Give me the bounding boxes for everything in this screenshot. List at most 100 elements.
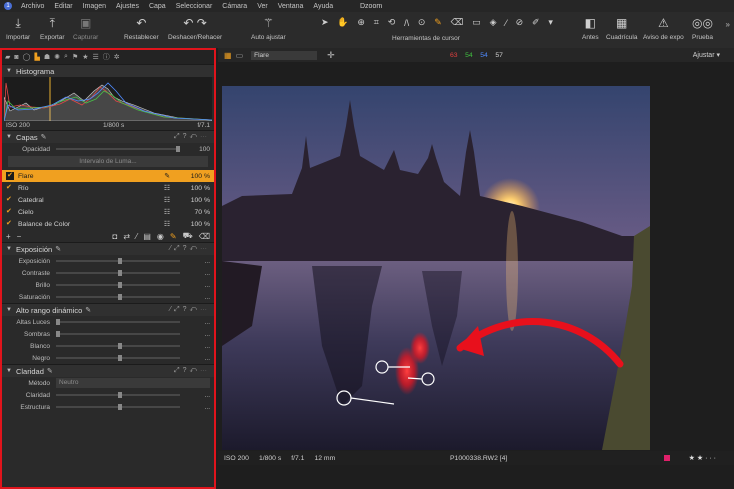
reset-button[interactable]: ↶ Restablecer: [124, 15, 159, 41]
slider-knob[interactable]: [118, 343, 122, 349]
layer-flare[interactable]: ✔ Flare ✎ 100 %: [2, 170, 214, 182]
info-tab-icon[interactable]: ⓘ: [103, 52, 110, 62]
adjust-button[interactable]: Ajustar ▾: [693, 51, 720, 59]
section-controls-icon[interactable]: ⁄⤢?↶⋯: [170, 306, 210, 314]
section-controls-icon[interactable]: ⤢?↶⋯: [174, 133, 210, 141]
eyedropper-icon[interactable]: ⁄: [136, 232, 137, 241]
menu-capa[interactable]: Capa: [144, 3, 171, 10]
lens-tab-icon[interactable]: ◯: [23, 53, 31, 61]
swap-icon[interactable]: ⇄: [123, 232, 130, 241]
slider-knob[interactable]: [118, 282, 122, 288]
fill-icon[interactable]: ◈: [490, 17, 497, 28]
hand-icon[interactable]: ✋: [337, 17, 348, 28]
exposure-tab-icon[interactable]: ▙: [34, 53, 39, 61]
radial-mask-icon[interactable]: ◉: [157, 232, 164, 241]
menu-ayuda[interactable]: Ayuda: [308, 3, 338, 10]
proof-button[interactable]: ◎◎ Prueba: [692, 15, 713, 41]
slider-knob[interactable]: [118, 392, 122, 398]
clarity-slider[interactable]: [56, 392, 180, 398]
import-button[interactable]: ⤓ Importar: [6, 15, 30, 41]
layer-balance-de-color[interactable]: ✔ Balance de Color ☷ 100 %: [2, 218, 214, 230]
settings-tab-icon[interactable]: ✲: [114, 53, 120, 61]
single-view-icon[interactable]: ▭: [236, 51, 244, 60]
capture-button[interactable]: ▣ Capturar: [73, 15, 98, 41]
slider-knob[interactable]: [56, 319, 60, 325]
structure-slider[interactable]: [56, 404, 180, 410]
keystone-icon[interactable]: /\: [404, 18, 409, 28]
picker-icon[interactable]: ⁄: [505, 18, 507, 28]
contrast-slider[interactable]: [56, 270, 180, 276]
layer-check-icon[interactable]: ✔: [6, 196, 14, 204]
menu-seleccionar[interactable]: Seleccionar: [171, 3, 218, 10]
star-tab-icon[interactable]: ★: [82, 53, 88, 61]
menu-imagen[interactable]: Imagen: [78, 3, 111, 10]
value-box[interactable]: ...: [186, 355, 210, 362]
expand-icon[interactable]: »: [726, 20, 730, 29]
more-icon[interactable]: ▾: [548, 17, 553, 28]
value-box[interactable]: ...: [186, 294, 210, 301]
layer-rio[interactable]: ✔ Río ☷ 100 %: [2, 182, 214, 194]
gradient-mask-icon[interactable]: ▤: [143, 232, 151, 241]
search-tab-icon[interactable]: ⌕: [64, 53, 68, 61]
opacity-value[interactable]: 100: [186, 146, 210, 153]
layers-header[interactable]: ▼ Capas ✎ ⤢?↶⋯: [2, 130, 214, 143]
wb-icon[interactable]: ⊘: [516, 17, 524, 28]
slider-knob[interactable]: [118, 270, 122, 276]
rotate-icon[interactable]: ⟲: [388, 17, 396, 28]
brush-icon[interactable]: ✎: [434, 17, 442, 28]
method-dropdown[interactable]: Neutro: [56, 378, 210, 388]
gradient-icon[interactable]: ▭: [472, 17, 481, 28]
value-box[interactable]: ...: [186, 319, 210, 326]
layer-catedral[interactable]: ✔ Catedral ☷ 100 %: [2, 194, 214, 206]
opacity-knob[interactable]: [176, 146, 180, 152]
crop-icon[interactable]: ⌗: [374, 17, 379, 28]
color-tab-icon[interactable]: ☗: [44, 53, 50, 61]
library-tab-icon[interactable]: ▰: [5, 53, 10, 61]
saturation-slider[interactable]: [56, 294, 180, 300]
metadata-tab-icon[interactable]: ☰: [93, 53, 99, 61]
slider-knob[interactable]: [118, 258, 122, 264]
slider-knob[interactable]: [118, 404, 122, 410]
menu-archivo[interactable]: Archivo: [16, 3, 49, 10]
hdr-header[interactable]: ▼ Alto rango dinámico ✎ ⁄⤢?↶⋯: [2, 303, 214, 316]
black-slider[interactable]: [56, 355, 180, 361]
mask-view-icon[interactable]: ◘: [112, 232, 117, 241]
color-tag[interactable]: [664, 455, 670, 461]
menu-camara[interactable]: Cámara: [217, 3, 252, 10]
slider-knob[interactable]: [56, 331, 60, 337]
add-layer-icon[interactable]: +: [6, 232, 11, 241]
adjust-tab-icon[interactable]: ⚑: [72, 53, 78, 61]
shadows-slider[interactable]: [56, 331, 180, 337]
value-box[interactable]: ...: [186, 392, 210, 399]
remove-layer-icon[interactable]: −: [17, 232, 22, 241]
highlights-slider[interactable]: [56, 319, 180, 325]
erase-mask-icon[interactable]: ⌫: [199, 232, 210, 241]
menu-ajustes[interactable]: Ajustes: [111, 3, 144, 10]
layer-check-icon[interactable]: ✔: [6, 184, 14, 192]
spot-icon[interactable]: ⊙: [418, 17, 426, 28]
value-box[interactable]: ...: [186, 343, 210, 350]
star-rating[interactable]: ★ ★ · · ·: [689, 454, 716, 462]
grid-button[interactable]: ▦ Cuadrícula: [606, 15, 637, 41]
menu-ver[interactable]: Ver: [252, 3, 273, 10]
grid-view-icon[interactable]: ▦: [224, 51, 232, 60]
auto-adjust-button[interactable]: ⚚ Auto ajustar: [251, 15, 286, 41]
zoom-icon[interactable]: ⊕: [357, 17, 365, 28]
menu-ventana[interactable]: Ventana: [273, 3, 309, 10]
value-box[interactable]: ...: [186, 270, 210, 277]
section-controls-icon[interactable]: ⁄⤢?↶⋯: [170, 245, 210, 253]
layer-check-icon[interactable]: ✔: [6, 220, 14, 228]
white-slider[interactable]: [56, 343, 180, 349]
details-tab-icon[interactable]: ✺: [54, 53, 60, 61]
value-box[interactable]: ...: [186, 331, 210, 338]
fill-mask-icon[interactable]: ⛟: [183, 231, 193, 241]
pointer-icon[interactable]: ➤: [321, 17, 329, 28]
export-button[interactable]: ⤒ Exportar: [40, 15, 65, 41]
slider-knob[interactable]: [118, 294, 122, 300]
value-box[interactable]: ...: [186, 258, 210, 265]
capture-tab-icon[interactable]: ◙: [14, 54, 18, 61]
annotate-icon[interactable]: ✐: [532, 17, 540, 28]
exposure-header[interactable]: ▼ Exposición ✎ ⁄⤢?↶⋯: [2, 242, 214, 255]
clarity-header[interactable]: ▼ Claridad ✎ ⤢?↶⋯: [2, 364, 214, 377]
menu-editar[interactable]: Editar: [49, 3, 77, 10]
